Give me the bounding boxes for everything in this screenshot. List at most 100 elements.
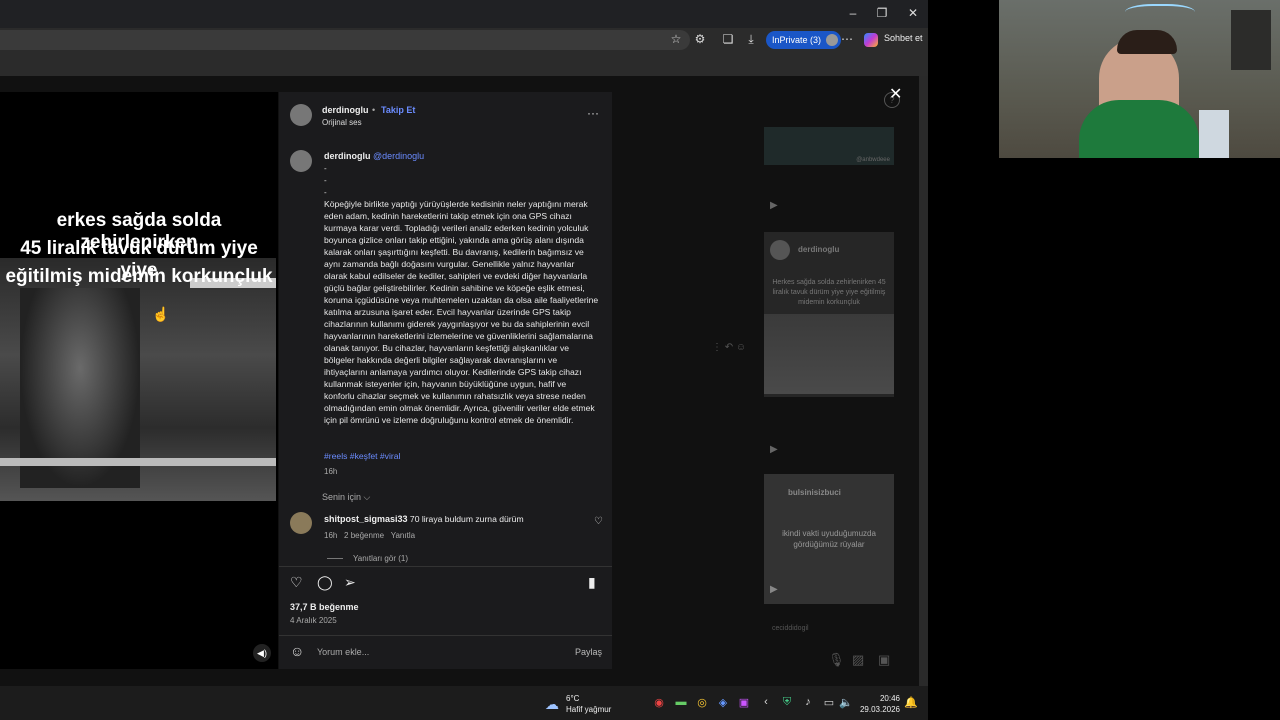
wall-radiator <box>1199 110 1229 158</box>
feed-card-caption: Herkes sağda solda zehirlenirken 45 lira… <box>772 279 886 306</box>
post-date: 4 Aralık 2025 <box>290 616 337 625</box>
commenter-avatar[interactable] <box>290 512 312 534</box>
comment-like-icon[interactable]: ♡ <box>594 516 603 527</box>
mic-icon[interactable]: 🎙 <box>828 652 845 668</box>
security-icon[interactable]: ⛨ <box>779 696 795 709</box>
dash-2: - <box>324 176 327 185</box>
actions-divider <box>279 566 612 567</box>
chat-button[interactable]: Sohbet et <box>884 33 923 43</box>
notification-bell-icon[interactable]: 🔔 <box>903 696 919 709</box>
display-icon[interactable]: ▭ <box>821 696 837 709</box>
restore-button[interactable]: ❐ <box>872 6 892 20</box>
reel-icon-2: ▶ <box>770 444 778 455</box>
clock-date[interactable]: 29.03.2026 <box>858 705 900 714</box>
comment-icon[interactable]: ◯ <box>317 574 333 591</box>
caption-dashes: - - - <box>324 163 327 199</box>
app-icon-1[interactable]: ◉ <box>651 696 667 709</box>
feed-thumbnail[interactable]: @anbwdeee <box>764 127 894 165</box>
minimize-button[interactable]: – <box>843 6 863 20</box>
author-username[interactable]: derdinoglu <box>322 105 369 115</box>
sound-icon[interactable]: ◀) <box>253 644 271 662</box>
caption-hashtags[interactable]: #reels #keşfet #viral <box>324 451 400 461</box>
feed-card-avatar <box>770 240 790 260</box>
favorite-star-icon[interactable]: ☆ <box>668 32 684 46</box>
collections-icon[interactable]: ❏ <box>720 32 736 46</box>
comment-text: 70 liraya buldum zurna dürüm <box>409 514 524 524</box>
feed-card-video <box>764 314 894 394</box>
more-options-button[interactable]: ··· <box>587 106 599 120</box>
webcam-overlay <box>999 0 1280 158</box>
heart-icon[interactable]: ♡ <box>290 574 303 591</box>
caption-mention[interactable]: @derdinoglu <box>373 151 424 161</box>
reel-icon-3: ▶ <box>770 584 778 595</box>
like-count[interactable]: 37,7 B beğenme <box>290 602 359 612</box>
app-icon-4[interactable]: ◈ <box>715 696 731 709</box>
weather-icon[interactable]: ☁ <box>545 696 559 713</box>
inprivate-badge[interactable]: InPrivate (3) <box>766 31 842 49</box>
app-icon-5[interactable]: ▣ <box>736 696 752 709</box>
emoji-icon[interactable]: ☺ <box>290 643 304 659</box>
reel-icon: ▶ <box>770 200 778 211</box>
extensions-icon[interactable]: ⚙ <box>692 32 708 46</box>
comment-sort-dropdown[interactable]: Senin için ⌵ <box>322 492 370 503</box>
bookmark-icon[interactable]: ▮ <box>588 574 596 591</box>
feed-card-derdinoglu[interactable]: derdinoglu Herkes sağda solda zehirlenir… <box>764 232 894 397</box>
comment-input-divider <box>279 635 612 636</box>
caption-text: Köpeğiyle birlikte yaptığı yürüyüşlerde … <box>324 199 599 425</box>
commenter-username[interactable]: shitpost_sigmasi33 <box>324 514 408 524</box>
image-icon[interactable]: ▨ <box>852 652 864 668</box>
audio-label[interactable]: Orijinal ses <box>322 118 362 127</box>
feed-card2-username: bulsinisizbuci <box>788 488 841 497</box>
caption-avatar[interactable] <box>290 150 312 172</box>
reel-video[interactable]: erkes sağda solda zehirlenirken 45 liral… <box>0 92 278 669</box>
profile-avatar <box>826 34 839 46</box>
page-scrollbar[interactable] <box>919 76 928 686</box>
person-hoodie <box>1079 100 1199 158</box>
app-icon-3[interactable]: ◎ <box>694 696 710 709</box>
close-icon[interactable]: ✕ <box>889 84 902 104</box>
separator-dot: • <box>372 105 376 115</box>
feed-card3-username: ceciddidogil <box>772 625 809 632</box>
mic-tray-icon[interactable]: ♪ <box>800 696 816 708</box>
copilot-icon[interactable] <box>864 33 878 47</box>
share-icon[interactable]: ➢ <box>344 574 356 591</box>
sticker-icon[interactable]: ▣ <box>878 652 890 668</box>
neon-light <box>1125 4 1195 24</box>
author-avatar[interactable] <box>290 104 312 126</box>
comment-line: shitpost_sigmasi33 70 liraya buldum zurn… <box>324 514 524 524</box>
comment-input[interactable]: Yorum ekle... <box>317 647 369 657</box>
video-scene <box>0 258 276 501</box>
dash-1: - <box>324 164 327 173</box>
feed-card-bulsinisiz[interactable]: bulsinisizbuci ikindi vakti uyuduğumuzda… <box>764 474 894 604</box>
replies-line <box>327 558 343 559</box>
video-caption-line-3: eğitilmiş midemin korkunçluk <box>5 266 273 287</box>
download-icon[interactable]: ⤓ <box>743 32 759 47</box>
view-replies-button[interactable]: Yanıtları gör (1) <box>353 554 408 563</box>
inprivate-label: InPrivate (3) <box>772 35 822 45</box>
more-menu-icon[interactable]: ⋯ <box>839 32 855 46</box>
ring-rope-2 <box>0 458 276 466</box>
caption-timestamp: 16h <box>324 467 338 476</box>
post-comment-button[interactable]: Paylaş <box>575 647 602 657</box>
comment-likes[interactable]: 2 beğenme <box>344 531 384 540</box>
clock-time[interactable]: 20:46 <box>876 694 900 703</box>
follow-button[interactable]: Takip Et <box>381 105 415 115</box>
feed-card-username: derdinoglu <box>798 245 840 254</box>
feed-actions-icon: ⋮ ↶ ☺ <box>712 342 747 353</box>
person-hair <box>1117 30 1177 54</box>
bookmark-bar <box>0 52 928 77</box>
comment-reply-button[interactable]: Yanıtla <box>391 531 415 540</box>
app-icon-2[interactable]: ▬ <box>673 696 689 708</box>
caption-header: derdinoglu @derdinoglu <box>324 151 424 161</box>
address-bar[interactable] <box>0 30 690 50</box>
weather-temp[interactable]: 6°C <box>566 694 579 703</box>
hand-cursor-icon: ☝ <box>152 306 170 322</box>
weather-label[interactable]: Hafif yağmur <box>566 705 611 714</box>
close-window-button[interactable]: ✕ <box>903 6 923 20</box>
chevron-icon[interactable]: ‹ <box>758 696 774 708</box>
caption-username[interactable]: derdinoglu <box>324 151 371 161</box>
comment-time: 16h <box>324 531 338 540</box>
feed-thumb-user: @anbwdeee <box>856 157 890 163</box>
feed-card2-caption: ikindi vakti uyuduğumuzda gördüğümüz rüy… <box>782 529 876 549</box>
volume-icon[interactable]: 🔈 <box>838 696 854 709</box>
